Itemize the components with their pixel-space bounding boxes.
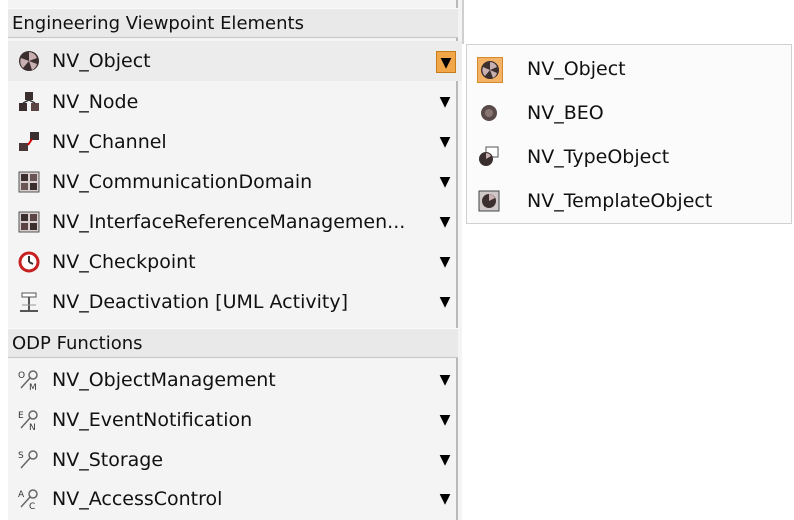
palette-item-label: NV_InterfaceReferenceManagemen... [52, 211, 406, 233]
channel-icon [18, 131, 40, 153]
submenu-item-nv-template-object[interactable]: NV_TemplateObject [467, 179, 791, 223]
palette-item-label: NV_EventNotification [52, 409, 253, 431]
submenu-item-label: NV_TemplateObject [527, 190, 713, 212]
object-icon [477, 57, 503, 83]
dropdown-arrow-icon[interactable]: ▼ [434, 479, 456, 519]
svg-text:M: M [29, 383, 37, 391]
checkpoint-icon [18, 251, 40, 273]
palette-item-nv-interface-reference-management[interactable]: NV_InterfaceReferenceManagemen... ▼ [8, 202, 462, 242]
palette-item-label: NV_ObjectManagement [52, 369, 276, 391]
section-header-odp-functions[interactable]: ODP Functions [8, 328, 458, 358]
type-object-icon [477, 145, 503, 171]
object-icon [18, 50, 40, 72]
svg-text:C: C [29, 502, 35, 510]
submenu-item-nv-type-object[interactable]: NV_TypeObject [467, 135, 791, 179]
palette-item-label: NV_Object [52, 50, 151, 72]
palette-item-nv-deactivation[interactable]: NV_Deactivation [UML Activity] ▼ [8, 282, 462, 322]
dropdown-arrow-icon[interactable]: ▼ [434, 162, 456, 202]
dropdown-arrow-icon[interactable]: ▼ [434, 360, 456, 400]
palette-item-nv-object[interactable]: NV_Object ▼ [8, 41, 462, 81]
s-function-icon: S [18, 449, 40, 471]
dropdown-arrow-icon[interactable]: ▼ [434, 440, 456, 480]
om-function-icon: O M [18, 369, 40, 391]
interface-reference-icon [18, 211, 40, 233]
palette-item-nv-channel[interactable]: NV_Channel ▼ [8, 122, 462, 162]
dropdown-arrow-icon[interactable]: ▼ [434, 82, 456, 122]
node-icon [18, 91, 40, 113]
dropdown-arrow-icon[interactable]: ▼ [434, 282, 456, 322]
svg-text:E: E [18, 411, 24, 421]
palette-item-label: NV_Checkpoint [52, 251, 196, 273]
dropdown-arrow-icon[interactable]: ▼ [434, 400, 456, 440]
dropdown-arrow-icon[interactable]: ▼ [434, 242, 456, 282]
dropdown-arrow-icon[interactable]: ▼ [434, 122, 456, 162]
ac-function-icon: A C [18, 488, 40, 510]
palette-item-nv-node[interactable]: NV_Node ▼ [8, 82, 462, 122]
palette-item-nv-access-control[interactable]: A C NV_AccessControl ▼ [8, 479, 462, 519]
palette-item-label: NV_Deactivation [UML Activity] [52, 291, 348, 313]
palette-item-label: NV_Channel [52, 131, 167, 153]
submenu-item-label: NV_BEO [527, 102, 604, 124]
svg-text:A: A [18, 490, 25, 500]
en-function-icon: E N [18, 409, 40, 431]
palette-item-label: NV_Storage [52, 449, 164, 471]
palette-item-label: NV_CommunicationDomain [52, 171, 313, 193]
palette-item-nv-storage[interactable]: S NV_Storage ▼ [8, 440, 462, 480]
svg-text:S: S [18, 451, 24, 461]
palette-divider-right [462, 0, 464, 44]
svg-text:N: N [29, 423, 36, 431]
palette-item-label: NV_AccessControl [52, 488, 223, 510]
section-header-engineering[interactable]: Engineering Viewpoint Elements [8, 8, 458, 38]
object-variants-submenu: NV_Object NV_BEO NV_TypeObject NV_Templa… [466, 44, 792, 224]
submenu-item-nv-object[interactable]: NV_Object [467, 47, 791, 91]
palette-item-label: NV_Node [52, 91, 139, 113]
palette-item-nv-object-management[interactable]: O M NV_ObjectManagement ▼ [8, 360, 462, 400]
template-object-icon [477, 189, 503, 215]
palette-item-nv-communication-domain[interactable]: NV_CommunicationDomain ▼ [8, 162, 462, 202]
palette-item-nv-checkpoint[interactable]: NV_Checkpoint ▼ [8, 242, 462, 282]
submenu-item-label: NV_Object [527, 58, 626, 80]
submenu-item-nv-beo[interactable]: NV_BEO [467, 91, 791, 135]
deactivation-icon [18, 291, 40, 313]
dropdown-arrow-icon[interactable]: ▼ [436, 51, 456, 73]
svg-text:O: O [18, 371, 25, 381]
submenu-item-label: NV_TypeObject [527, 146, 670, 168]
communication-domain-icon [18, 171, 40, 193]
dropdown-arrow-icon[interactable]: ▼ [434, 202, 456, 242]
palette-item-nv-event-notification[interactable]: E N NV_EventNotification ▼ [8, 400, 462, 440]
beo-icon [477, 101, 503, 127]
